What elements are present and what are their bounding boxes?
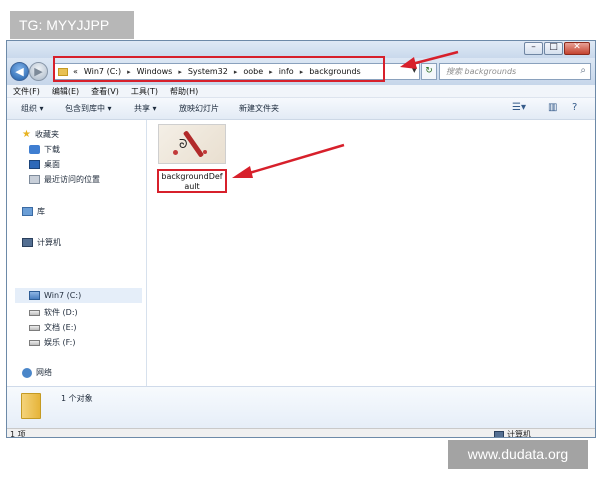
computer-icon xyxy=(22,238,33,247)
back-button[interactable]: ◀ xyxy=(10,62,29,81)
help-icon[interactable]: ? xyxy=(572,102,577,113)
library-icon xyxy=(22,207,33,216)
watermark-bottom: www.dudata.org xyxy=(448,440,588,469)
screenshot-stage: TG: MYYJJPP – □ ✕ ◀ ▶ « Win7 (C:) ▸ Wind… xyxy=(0,0,600,480)
drive-icon xyxy=(29,309,40,316)
nav-favorites[interactable]: ★ 收藏夹 xyxy=(22,129,59,140)
forward-arrow-icon: ▶ xyxy=(34,65,43,78)
nav-drive-d[interactable]: 软件 (D:) xyxy=(29,307,78,318)
nav-label: 桌面 xyxy=(44,160,60,169)
drive-icon xyxy=(29,339,40,346)
menu-file[interactable]: 文件(F) xyxy=(13,86,40,97)
nav-label: Win7 (C:) xyxy=(44,291,82,300)
minimize-button[interactable]: – xyxy=(524,42,543,55)
maximize-icon: □ xyxy=(549,42,558,52)
annotation-arrow-address xyxy=(400,50,459,69)
navigation-pane: ★ 收藏夹 下载 桌面 最近访问的位置 库 计算机 Win7 (C:) 软件 (… xyxy=(7,120,147,386)
nav-label: 最近访问的位置 xyxy=(44,175,100,184)
nav-drive-c[interactable]: Win7 (C:) xyxy=(29,291,81,300)
item-count: 1 个对象 xyxy=(61,394,93,403)
close-icon: ✕ xyxy=(573,42,581,52)
arrow-head xyxy=(232,166,253,178)
forward-button[interactable]: ▶ xyxy=(29,62,48,81)
new-folder-button[interactable]: 新建文件夹 xyxy=(239,103,279,114)
watermark-top: TG: MYYJJPP xyxy=(10,11,134,39)
include-in-library-button[interactable]: 包含到库中 ▾ xyxy=(65,103,112,114)
address-highlight-box xyxy=(53,56,385,82)
folder-icon xyxy=(21,393,41,419)
nav-label: 库 xyxy=(37,207,45,216)
minimize-icon: – xyxy=(531,42,536,52)
file-thumbnail[interactable]: ᘐ xyxy=(158,124,226,164)
arrow-shaft xyxy=(245,143,345,176)
arrow-head xyxy=(400,57,417,69)
network-icon xyxy=(22,367,32,378)
menu-view[interactable]: 查看(V) xyxy=(91,86,119,97)
image-dot xyxy=(173,150,178,155)
back-arrow-icon: ◀ xyxy=(15,65,24,78)
search-icon[interactable]: ⌕ xyxy=(580,65,586,76)
nav-label: 娱乐 (F:) xyxy=(44,338,76,347)
details-pane: 1 个对象 xyxy=(7,386,595,428)
desktop-icon xyxy=(29,160,40,169)
star-icon: ★ xyxy=(22,129,31,140)
search-box[interactable]: 搜索 backgrounds ⌕ xyxy=(439,63,591,80)
recent-places-icon xyxy=(29,175,40,184)
nav-label: 网络 xyxy=(36,368,52,377)
explorer-window: – □ ✕ ◀ ▶ « Win7 (C:) ▸ Windows ▸ System… xyxy=(6,40,596,438)
file-list[interactable]: ᘐ backgroundDefault xyxy=(148,120,595,386)
slideshow-button[interactable]: 放映幻灯片 xyxy=(179,103,219,114)
download-icon xyxy=(29,145,40,154)
nav-label: 计算机 xyxy=(37,238,61,247)
nav-label: 下载 xyxy=(44,145,60,154)
arrow-shaft xyxy=(411,50,459,66)
status-bar: 1 项 计算机 xyxy=(7,428,595,438)
image-dot xyxy=(203,150,207,154)
windows-drive-icon xyxy=(29,291,40,300)
nav-label: 文档 (E:) xyxy=(44,323,77,332)
drive-icon xyxy=(29,324,40,331)
menu-tools[interactable]: 工具(T) xyxy=(131,86,158,97)
nav-label: 软件 (D:) xyxy=(44,308,78,317)
share-button[interactable]: 共享 ▾ xyxy=(134,103,157,114)
computer-icon xyxy=(494,430,504,437)
nav-network[interactable]: 网络 xyxy=(22,367,52,378)
menu-edit[interactable]: 编辑(E) xyxy=(52,86,79,97)
annotation-arrow-file xyxy=(232,143,345,178)
doodle-image-icon: ᘐ xyxy=(179,137,188,151)
nav-drive-f[interactable]: 娱乐 (F:) xyxy=(29,337,75,348)
close-button[interactable]: ✕ xyxy=(564,42,590,55)
organize-button[interactable]: 组织 ▾ xyxy=(21,103,44,114)
nav-recent-places[interactable]: 最近访问的位置 xyxy=(29,174,100,185)
view-options-icon[interactable]: ☰▾ xyxy=(512,102,526,113)
nav-label: 收藏夹 xyxy=(34,130,59,139)
file-name[interactable]: backgroundDefault xyxy=(157,169,227,193)
command-bar: 组织 ▾ 包含到库中 ▾ 共享 ▾ 放映幻灯片 新建文件夹 ☰▾ ▥ ? xyxy=(7,98,595,120)
preview-pane-icon[interactable]: ▥ xyxy=(548,102,557,113)
maximize-button[interactable]: □ xyxy=(544,42,563,55)
menu-bar: 文件(F) 编辑(E) 查看(V) 工具(T) 帮助(H) xyxy=(7,85,595,98)
nav-computer[interactable]: 计算机 xyxy=(22,237,61,248)
status-computer-label: 计算机 xyxy=(507,430,531,438)
nav-drive-e[interactable]: 文档 (E:) xyxy=(29,322,77,333)
status-computer: 计算机 xyxy=(494,429,531,438)
status-items: 1 项 xyxy=(10,430,26,438)
nav-libraries[interactable]: 库 xyxy=(22,206,45,217)
nav-desktop[interactable]: 桌面 xyxy=(29,159,60,170)
nav-downloads[interactable]: 下载 xyxy=(29,144,60,155)
caption-buttons: – □ ✕ xyxy=(523,42,590,55)
menu-help[interactable]: 帮助(H) xyxy=(170,86,198,97)
